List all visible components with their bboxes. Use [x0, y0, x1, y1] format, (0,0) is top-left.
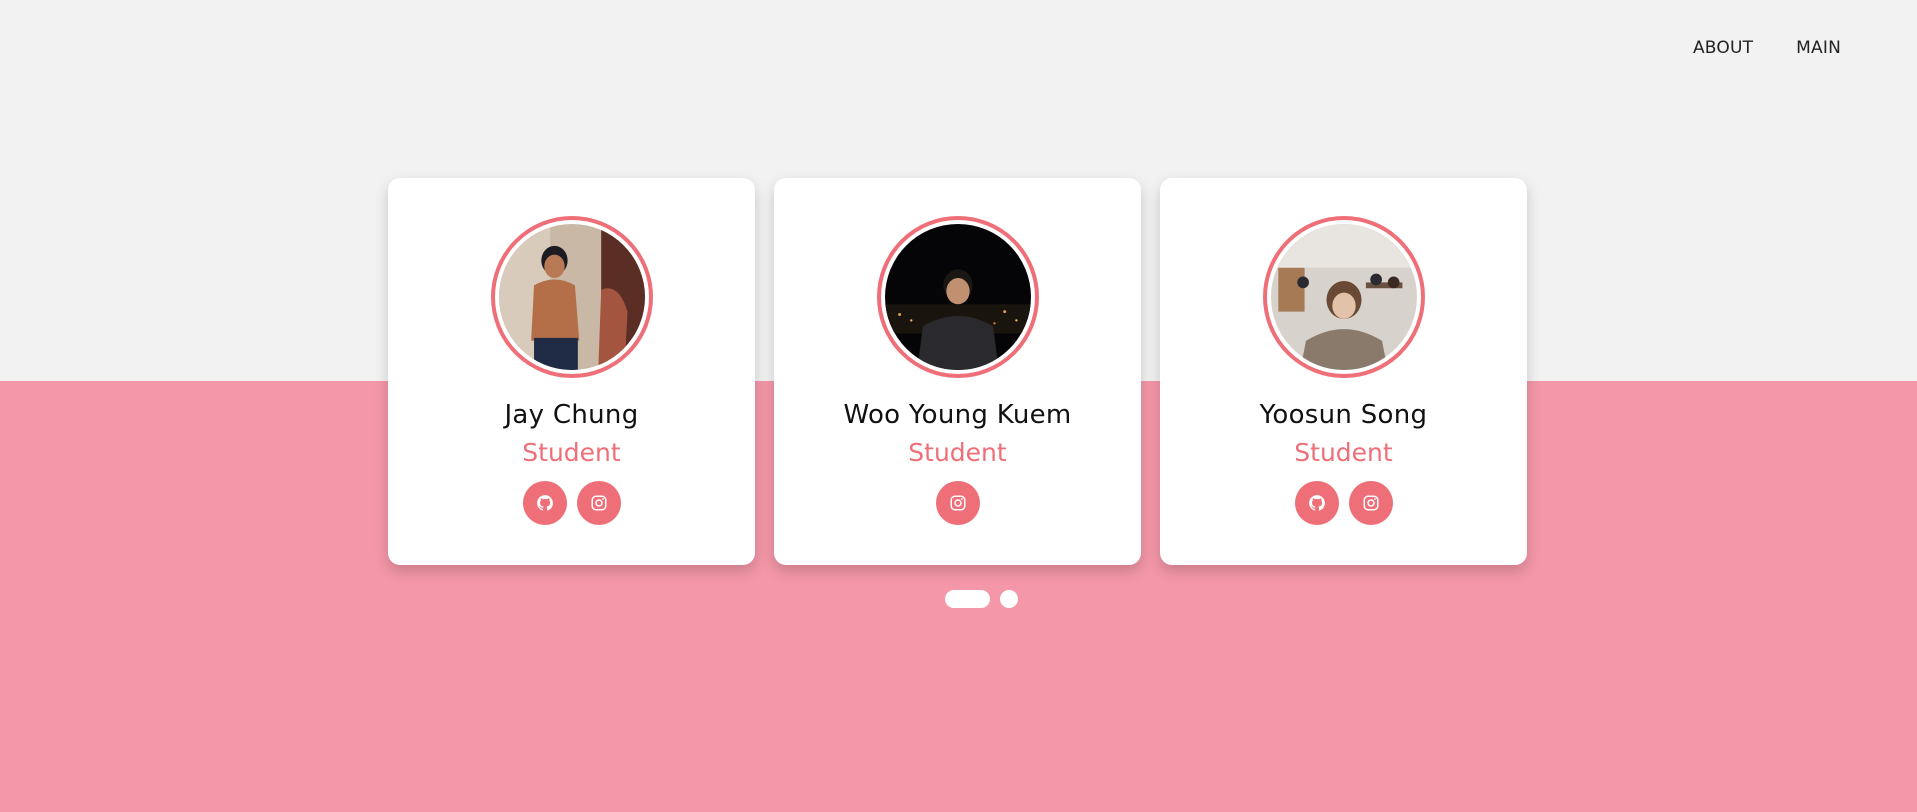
carousel-pagination [945, 590, 1018, 608]
github-button[interactable] [1294, 481, 1339, 525]
profile-name: Woo Young Kuem [843, 400, 1072, 430]
profile-card-jay-chung: Jay Chung Student [388, 178, 755, 565]
top-nav: ABOUT MAIN [1693, 38, 1841, 58]
avatar [1262, 216, 1425, 378]
social-links [522, 481, 621, 525]
carousel-dot-1[interactable] [945, 590, 990, 608]
profile-role: Student [522, 438, 621, 467]
profile-photo [884, 224, 1031, 370]
instagram-button[interactable] [576, 481, 621, 525]
profile-name: Jay Chung [504, 400, 639, 430]
instagram-icon [591, 495, 606, 511]
instagram-icon [1363, 495, 1378, 511]
profile-cards: Jay Chung Student Woo Young Kuem Student… [388, 178, 1527, 565]
social-links [935, 481, 980, 525]
instagram-button[interactable] [1348, 481, 1393, 525]
social-links [1294, 481, 1393, 525]
avatar [876, 216, 1039, 378]
profile-card-yoosun-song: Yoosun Song Student [1160, 178, 1527, 565]
carousel-dot-2[interactable] [1000, 590, 1018, 608]
nav-about-link[interactable]: ABOUT [1693, 38, 1753, 58]
page: ABOUT MAIN Jay Chung Student Woo Young K… [0, 0, 1917, 812]
avatar [490, 216, 653, 378]
github-button[interactable] [522, 481, 567, 525]
instagram-icon [950, 495, 965, 511]
github-icon [1308, 495, 1325, 511]
profile-card-woo-young-kuem: Woo Young Kuem Student [774, 178, 1141, 565]
profile-role: Student [908, 438, 1007, 467]
instagram-button[interactable] [935, 481, 980, 525]
profile-photo [498, 224, 645, 370]
profile-role: Student [1294, 438, 1393, 467]
profile-name: Yoosun Song [1259, 400, 1428, 430]
github-icon [536, 495, 553, 511]
nav-main-link[interactable]: MAIN [1796, 38, 1841, 58]
profile-photo [1270, 224, 1417, 370]
